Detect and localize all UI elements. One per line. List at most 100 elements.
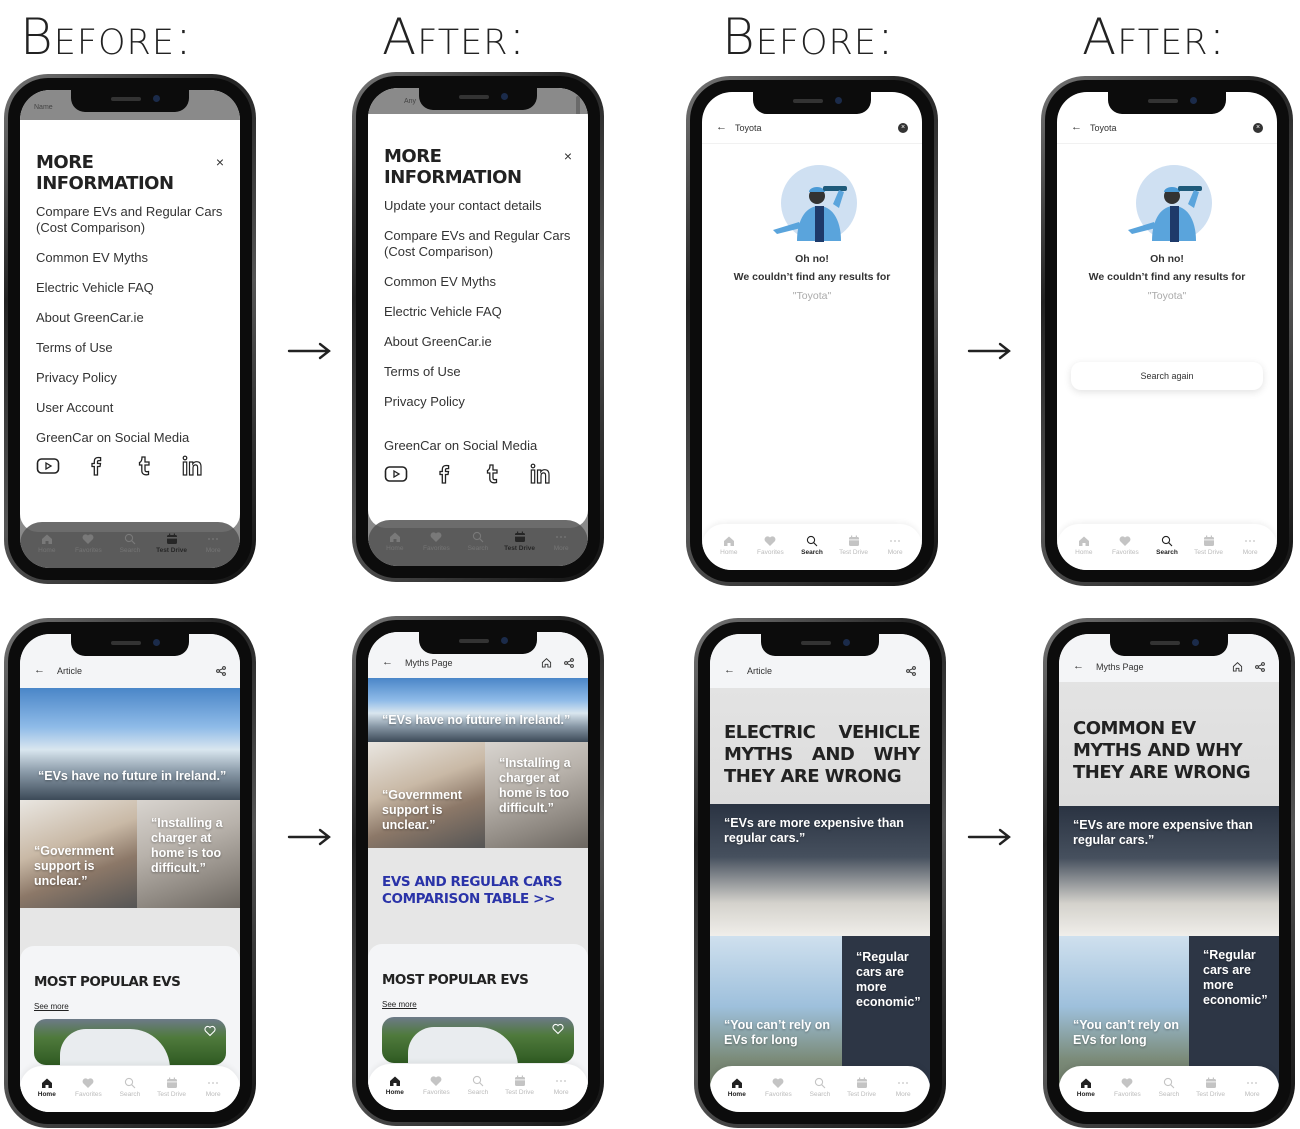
search-input[interactable]: Toyota	[735, 123, 762, 133]
tab-home[interactable]: Home	[27, 533, 67, 554]
home-icon	[722, 535, 736, 547]
tab-favorites[interactable]: Favorites	[68, 1077, 108, 1098]
back-arrow-icon[interactable]: ←	[382, 656, 393, 668]
menu-item-social: GreenCar on Social Media	[384, 438, 538, 453]
back-arrow-icon[interactable]: ←	[1071, 121, 1082, 133]
ev-card[interactable]	[382, 1017, 574, 1063]
menu-item-compare[interactable]: Compare EVs and Regular Cars (Cost Compa…	[36, 204, 224, 236]
tab-home[interactable]: Home	[709, 535, 749, 556]
ireland-myth-banner[interactable]: “EVs have no future in Ireland.”	[368, 678, 588, 742]
back-arrow-icon[interactable]: ←	[716, 121, 727, 133]
close-icon[interactable]: ×	[564, 148, 572, 164]
back-arrow-icon[interactable]: ←	[34, 664, 45, 676]
tab-search[interactable]: Search	[110, 533, 150, 554]
tab-search[interactable]: Search	[792, 535, 832, 556]
tab-test-drive[interactable]: Test Drive	[500, 531, 540, 552]
share-icon[interactable]	[1255, 662, 1265, 672]
tab-more[interactable]: More	[883, 1077, 923, 1098]
tab-more[interactable]: More	[193, 533, 233, 554]
share-icon[interactable]	[564, 658, 574, 668]
tab-favorites[interactable]: Favorites	[750, 535, 790, 556]
expensive-myth-tile[interactable]: “EVs are more expensive than regular car…	[710, 804, 930, 936]
tab-favorites[interactable]: Favorites	[758, 1077, 798, 1098]
linkedin-icon[interactable]	[528, 462, 552, 486]
facebook-icon[interactable]	[432, 462, 456, 486]
ireland-myth-banner[interactable]: “EVs have no future in Ireland.”	[20, 688, 240, 800]
search-input[interactable]: Toyota	[1090, 123, 1117, 133]
tab-home[interactable]: Home	[375, 531, 415, 552]
government-myth-tile[interactable]: “Government support is unclear.”	[20, 800, 137, 908]
tab-test-drive[interactable]: Test Drive	[152, 533, 192, 554]
tab-home[interactable]: Home	[1064, 535, 1104, 556]
menu-item-user-account[interactable]: User Account	[36, 400, 224, 416]
share-icon[interactable]	[906, 666, 916, 676]
menu-item-privacy[interactable]: Privacy Policy	[384, 394, 572, 410]
back-arrow-icon[interactable]: ←	[724, 664, 735, 676]
tab-test-drive[interactable]: Test Drive	[1189, 535, 1229, 556]
menu-item-about[interactable]: About GreenCar.ie	[384, 334, 572, 350]
tab-favorites[interactable]: Favorites	[68, 533, 108, 554]
tab-search[interactable]: Search	[458, 1075, 498, 1096]
tab-search[interactable]: Search	[1147, 535, 1187, 556]
tab-home[interactable]: Home	[1066, 1077, 1106, 1098]
see-more-link[interactable]: See more	[34, 1002, 226, 1011]
menu-item-faq[interactable]: Electric Vehicle FAQ	[384, 304, 572, 320]
youtube-icon[interactable]	[384, 462, 408, 486]
home-icon[interactable]	[1232, 661, 1243, 672]
tab-search[interactable]: Search	[458, 531, 498, 552]
menu-item-terms[interactable]: Terms of Use	[384, 364, 572, 380]
expensive-myth-tile[interactable]: “EVs are more expensive than regular car…	[1059, 806, 1279, 936]
menu-item-terms[interactable]: Terms of Use	[36, 340, 224, 356]
ev-card[interactable]	[34, 1019, 226, 1065]
favorite-heart-icon[interactable]	[204, 1025, 216, 1037]
tab-test-drive[interactable]: Test Drive	[834, 535, 874, 556]
charger-myth-tile[interactable]: “Installing a charger at home is too dif…	[137, 800, 240, 908]
favorite-heart-icon[interactable]	[552, 1023, 564, 1035]
menu-item-about[interactable]: About GreenCar.ie	[36, 310, 224, 326]
menu-item-compare[interactable]: Compare EVs and Regular Cars (Cost Compa…	[384, 228, 572, 260]
tab-more[interactable]: More	[193, 1077, 233, 1098]
tab-favorites[interactable]: Favorites	[1105, 535, 1145, 556]
home-icon[interactable]	[541, 657, 552, 668]
menu-item-myths[interactable]: Common EV Myths	[384, 274, 572, 290]
menu-item-myths[interactable]: Common EV Myths	[36, 250, 224, 266]
youtube-icon[interactable]	[36, 454, 60, 478]
comparison-table-link[interactable]: EVS AND REGULAR CARS COMPARISON TABLE >>	[382, 874, 588, 908]
tab-home[interactable]: Home	[375, 1075, 415, 1096]
tab-more[interactable]: More	[875, 535, 915, 556]
menu-item-update-contact[interactable]: Update your contact details	[384, 198, 572, 214]
government-myth-tile[interactable]: “Government support is unclear.”	[368, 742, 485, 848]
charger-myth-tile[interactable]: “Installing a charger at home is too dif…	[485, 742, 588, 848]
search-again-button[interactable]: Search again	[1071, 362, 1263, 390]
tab-more[interactable]: More	[1230, 535, 1270, 556]
tab-search[interactable]: Search	[110, 1077, 150, 1098]
tumblr-icon[interactable]	[132, 454, 156, 478]
menu-item-faq[interactable]: Electric Vehicle FAQ	[36, 280, 224, 296]
linkedin-icon[interactable]	[180, 454, 204, 478]
tab-search[interactable]: Search	[1149, 1077, 1189, 1098]
tab-favorites[interactable]: Favorites	[416, 531, 456, 552]
facebook-icon[interactable]	[84, 454, 108, 478]
tumblr-icon[interactable]	[480, 462, 504, 486]
tab-home[interactable]: Home	[27, 1077, 67, 1098]
phone-myths-article-before: ← Article ELECTRIC VEHICLE MYTHS AND WHY…	[694, 618, 946, 1128]
share-icon[interactable]	[216, 666, 226, 676]
close-icon[interactable]: ×	[216, 154, 224, 170]
tab-label: Search	[809, 1090, 831, 1098]
back-arrow-icon[interactable]: ←	[1073, 660, 1084, 672]
tab-test-drive[interactable]: Test Drive	[1191, 1077, 1231, 1098]
tab-test-drive[interactable]: Test Drive	[152, 1077, 192, 1098]
tab-more[interactable]: More	[541, 531, 581, 552]
tab-more[interactable]: More	[1232, 1077, 1272, 1098]
tab-search[interactable]: Search	[800, 1077, 840, 1098]
tab-test-drive[interactable]: Test Drive	[842, 1077, 882, 1098]
see-more-link[interactable]: See more	[382, 1000, 574, 1009]
tab-favorites[interactable]: Favorites	[1107, 1077, 1147, 1098]
menu-item-privacy[interactable]: Privacy Policy	[36, 370, 224, 386]
clear-search-icon[interactable]: ×	[1253, 123, 1263, 133]
tab-favorites[interactable]: Favorites	[416, 1075, 456, 1096]
tab-test-drive[interactable]: Test Drive	[500, 1075, 540, 1096]
tab-home[interactable]: Home	[717, 1077, 757, 1098]
tab-more[interactable]: More	[541, 1075, 581, 1096]
clear-search-icon[interactable]: ×	[898, 123, 908, 133]
